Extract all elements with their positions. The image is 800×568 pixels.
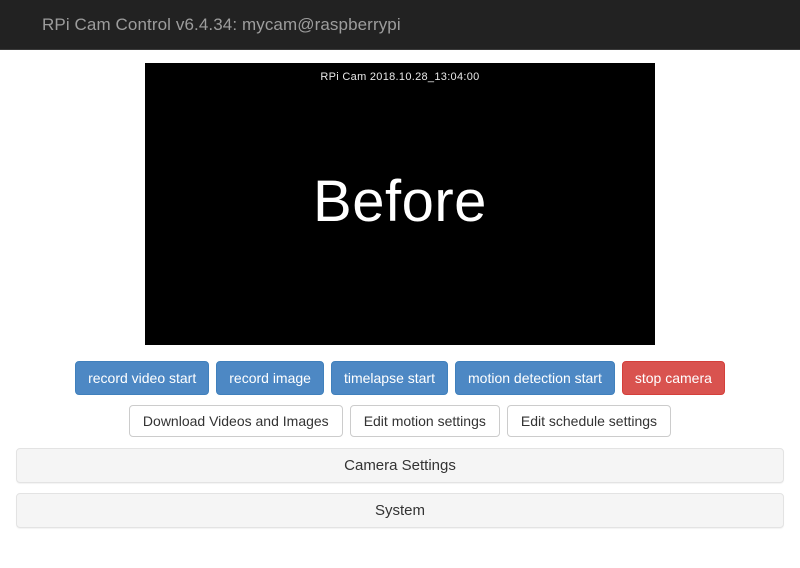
edit-schedule-settings-button[interactable]: Edit schedule settings: [506, 405, 672, 437]
stop-camera-button[interactable]: stop camera: [621, 361, 725, 395]
record-video-start-button[interactable]: record video start: [75, 361, 210, 395]
camera-preview-wrapper: RPi Cam 2018.10.28_13:04:00 Before: [145, 63, 655, 345]
download-videos-and-images-button[interactable]: Download Videos and Images: [128, 405, 343, 437]
secondary-button-row: Download Videos and Images Edit motion s…: [0, 405, 800, 437]
app-title[interactable]: RPi Cam Control v6.4.34: mycam@raspberry…: [0, 15, 401, 35]
preview-caption-text: Before: [313, 168, 487, 234]
system-panel[interactable]: System: [16, 493, 784, 528]
collapsible-panels: Camera Settings System: [16, 448, 784, 528]
edit-motion-settings-button[interactable]: Edit motion settings: [349, 405, 500, 437]
camera-settings-panel[interactable]: Camera Settings: [16, 448, 784, 483]
primary-button-row: record video start record image timelaps…: [0, 361, 800, 395]
camera-preview[interactable]: RPi Cam 2018.10.28_13:04:00 Before: [145, 63, 655, 345]
timelapse-start-button[interactable]: timelapse start: [330, 361, 448, 395]
system-panel-title[interactable]: System: [17, 494, 783, 527]
main-container: RPi Cam 2018.10.28_13:04:00 Before recor…: [0, 50, 800, 528]
top-navbar: RPi Cam Control v6.4.34: mycam@raspberry…: [0, 0, 800, 50]
motion-detection-start-button[interactable]: motion detection start: [455, 361, 615, 395]
record-image-button[interactable]: record image: [216, 361, 324, 395]
camera-settings-panel-title[interactable]: Camera Settings: [17, 449, 783, 482]
